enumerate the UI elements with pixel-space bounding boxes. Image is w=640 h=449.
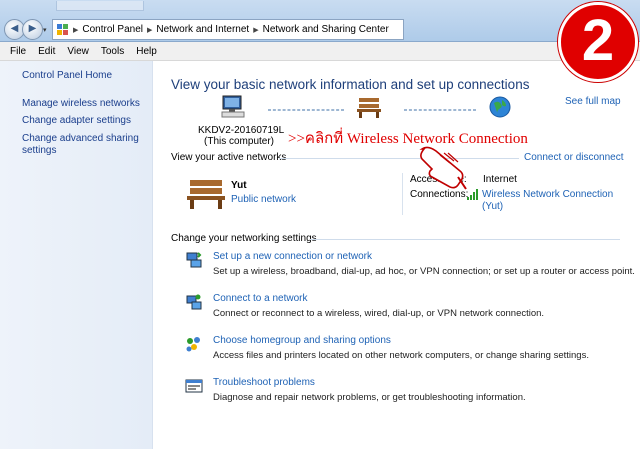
- forward-button[interactable]: ▶: [22, 19, 43, 40]
- step-number-badge: 2: [558, 2, 638, 82]
- wireless-ssid-link[interactable]: (Yut): [482, 201, 503, 212]
- chevron-right-icon[interactable]: ▶: [253, 26, 258, 34]
- connect-disconnect-link[interactable]: Connect or disconnect: [524, 152, 624, 163]
- menu-tools[interactable]: Tools: [95, 46, 130, 57]
- breadcrumb-network-internet[interactable]: Network and Internet: [156, 24, 249, 35]
- network-bench-icon: [187, 180, 225, 209]
- page-title: View your basic network information and …: [171, 77, 530, 92]
- connection-line: [404, 109, 476, 111]
- computer-note: (This computer): [204, 136, 275, 147]
- change-settings-title: Change your networking settings: [171, 233, 317, 244]
- globe-icon: [489, 96, 511, 118]
- menu-bar: File Edit View Tools Help: [0, 42, 640, 61]
- task-description: Access files and printers located on oth…: [213, 350, 589, 361]
- divider: [310, 239, 620, 240]
- task-title[interactable]: Connect to a network: [213, 293, 308, 304]
- chevron-right-icon[interactable]: ▶: [73, 26, 78, 34]
- menu-edit[interactable]: Edit: [32, 46, 61, 57]
- active-networks-title: View your active networks: [171, 152, 287, 163]
- sidebar-item-change-adapter[interactable]: Change adapter settings: [22, 115, 147, 127]
- control-panel-icon: [57, 23, 69, 36]
- sidebar-item-advanced-sharing[interactable]: Change advanced sharing settings: [22, 133, 147, 157]
- computer-name: KKDV2-20160719L: [198, 125, 285, 136]
- task-description: Diagnose and repair network problems, or…: [213, 392, 526, 403]
- instruction-annotation: >>คลิกที่ Wireless Network Connection: [288, 131, 528, 147]
- menu-view[interactable]: View: [61, 46, 95, 57]
- title-bar: ◀ ▶ ▾ ▶ Control Panel ▶ Network and Inte…: [0, 0, 640, 42]
- vertical-divider: [402, 173, 403, 215]
- main-content: View your basic network information and …: [154, 61, 640, 449]
- connection-line: [268, 109, 344, 111]
- access-type-value: Internet: [483, 174, 517, 185]
- window-title-ghost: [56, 1, 144, 11]
- sidebar-item-manage-wireless[interactable]: Manage wireless networks: [22, 98, 147, 110]
- sidebar: Control Panel Home Manage wireless netwo…: [0, 61, 153, 449]
- see-full-map-link[interactable]: See full map: [565, 96, 621, 107]
- chevron-right-icon[interactable]: ▶: [147, 26, 152, 34]
- divider: [279, 158, 519, 159]
- computer-icon: [221, 95, 245, 118]
- new-connection-icon: [186, 252, 202, 268]
- network-name: Yut: [231, 180, 247, 191]
- history-dropdown-icon[interactable]: ▾: [43, 26, 47, 34]
- connect-network-icon: [186, 294, 202, 310]
- troubleshoot-icon: [185, 379, 203, 393]
- task-description: Set up a wireless, broadband, dial-up, a…: [213, 266, 635, 277]
- menu-file[interactable]: File: [4, 46, 32, 57]
- breadcrumb-network-sharing-center[interactable]: Network and Sharing Center: [263, 24, 389, 35]
- task-title[interactable]: Set up a new connection or network: [213, 251, 372, 262]
- breadcrumb-control-panel[interactable]: Control Panel: [82, 24, 143, 35]
- task-title[interactable]: Choose homegroup and sharing options: [213, 335, 391, 346]
- bench-icon: [357, 98, 381, 118]
- task-title[interactable]: Troubleshoot problems: [213, 377, 315, 388]
- menu-help[interactable]: Help: [130, 46, 163, 57]
- sidebar-item-control-panel-home[interactable]: Control Panel Home: [22, 70, 147, 82]
- pointing-hand-icon: [419, 146, 467, 190]
- task-description: Connect or reconnect to a wireless, wire…: [213, 308, 545, 319]
- address-bar[interactable]: ▶ Control Panel ▶ Network and Internet ▶…: [52, 19, 404, 40]
- network-type-link[interactable]: Public network: [231, 194, 296, 205]
- wireless-connection-link[interactable]: Wireless Network Connection: [482, 189, 613, 200]
- homegroup-icon: [186, 337, 200, 352]
